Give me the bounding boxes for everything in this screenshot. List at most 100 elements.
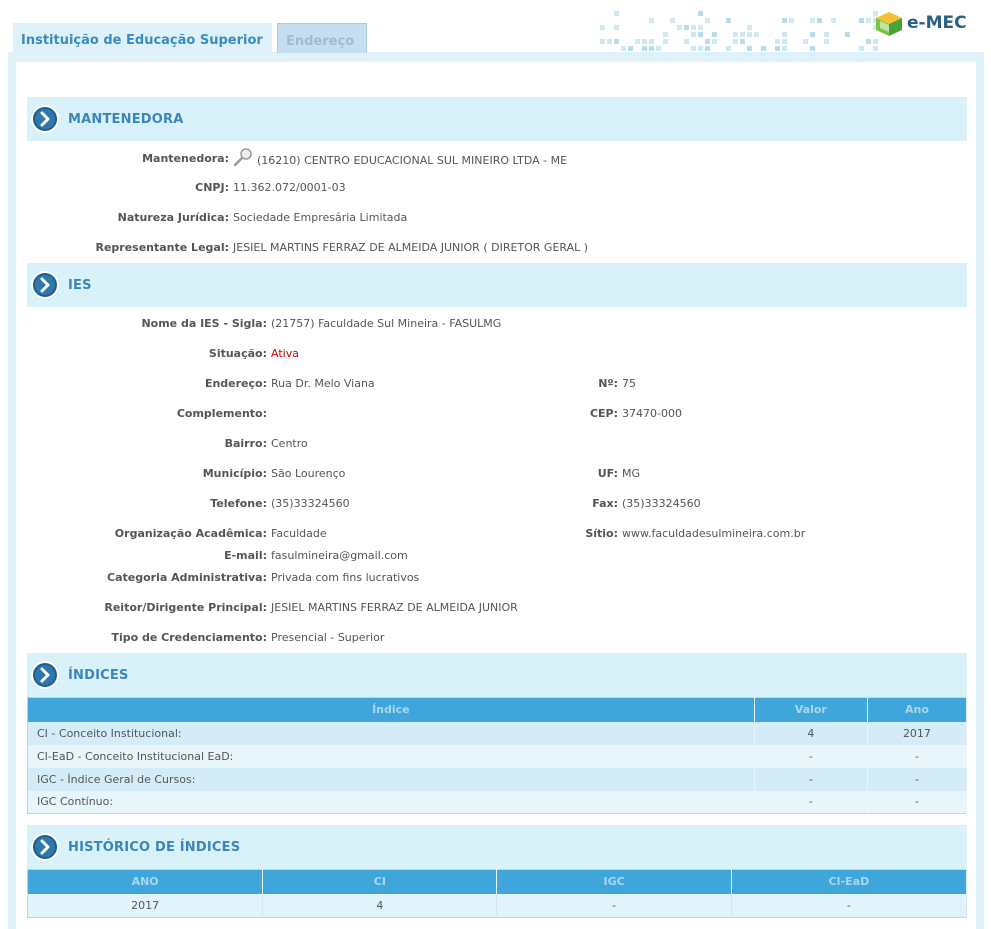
decorative-pixel — [733, 39, 738, 44]
field-value: Privada com fins lucrativos — [271, 571, 420, 584]
column-header: IGC — [496, 869, 732, 894]
field-municipio: Município: São Lourenço UF: MG — [0, 466, 700, 482]
decorative-pixel — [705, 18, 710, 23]
decorative-pixel — [824, 39, 829, 44]
decorative-pixel — [649, 18, 654, 23]
decorative-pixel — [628, 46, 633, 51]
decorative-pixel — [810, 18, 815, 23]
decorative-pixel — [649, 46, 654, 51]
field-label: Tipo de Credenciamento: — [111, 631, 267, 644]
status-value: Ativa — [271, 347, 299, 360]
tab-instituicao[interactable]: Instituição de Educação Superior — [13, 23, 272, 53]
table-cell: 2017 — [867, 721, 968, 745]
field-value: (21757) Faculdade Sul Mineira - FASULMG — [271, 317, 502, 330]
field-value: 37470-000 — [622, 407, 682, 420]
decorative-pixel — [873, 46, 878, 51]
table-row: 2017 4 - - — [27, 893, 968, 918]
arrow-right-icon — [31, 833, 59, 861]
table-row: IGC - Índice Geral de Cursos: - - — [27, 767, 968, 791]
decorative-pixel — [607, 39, 612, 44]
field-label: Complemento: — [176, 407, 267, 420]
decorative-pixel — [649, 39, 654, 44]
field-value: São Lourenço — [271, 467, 346, 480]
decorative-pixel — [635, 39, 640, 44]
table-cell: IGC Contínuo: — [27, 790, 755, 814]
table-cell: 4 — [262, 893, 498, 918]
magnifier-icon[interactable] — [231, 147, 255, 167]
decorative-pixel — [614, 25, 619, 30]
decorative-pixel — [817, 18, 822, 23]
field-label: Telefone: — [210, 497, 267, 510]
decorative-pixel — [733, 32, 738, 37]
column-header: CI-EaD — [731, 869, 968, 894]
table-cell: IGC - Índice Geral de Cursos: — [27, 767, 755, 791]
section-title: MANTENEDORA — [68, 112, 184, 127]
table-cell: - — [867, 767, 968, 791]
decorative-pixel — [698, 11, 703, 16]
field-label: CNPJ: — [195, 181, 229, 194]
decorative-pixel — [677, 25, 682, 30]
table-row: IGC Contínuo: - - — [27, 790, 968, 814]
decorative-pixel — [747, 32, 752, 37]
decorative-pixel — [656, 46, 661, 51]
decorative-pixel — [670, 18, 675, 23]
decorative-pixel — [726, 18, 731, 23]
decorative-pixel — [782, 18, 787, 23]
arrow-right-icon — [31, 661, 59, 689]
indices-table: Índice Valor Ano CI - Conceito Instituci… — [27, 697, 968, 814]
decorative-pixel — [691, 46, 696, 51]
field-label: Bairro: — [224, 437, 267, 450]
decorative-pixel — [614, 11, 619, 16]
decorative-pixel — [866, 18, 871, 23]
arrow-right-icon — [31, 105, 59, 133]
logo-text: e-MEC — [907, 13, 967, 33]
section-mantenedora[interactable]: MANTENEDORA — [27, 97, 967, 141]
field-value: (35)33324560 — [271, 497, 350, 510]
decorative-pixel — [691, 32, 696, 37]
column-header: CI — [262, 869, 498, 894]
decorative-pixel — [712, 32, 717, 37]
decorative-pixel — [810, 32, 815, 37]
column-header: Valor — [754, 697, 868, 722]
table-cell: 4 — [754, 721, 868, 745]
field-label: Fax: — [592, 497, 618, 510]
decorative-pixel — [621, 46, 626, 51]
tab-endereco[interactable]: Endereço — [277, 23, 367, 53]
decorative-pixel — [775, 46, 780, 51]
field-label: Categoria Administrativa: — [107, 571, 267, 584]
section-ies[interactable]: IES — [27, 263, 967, 307]
decorative-pixel — [845, 32, 850, 37]
decorative-pixel — [747, 25, 752, 30]
table-row: CI - Conceito Institucional: 4 2017 — [27, 721, 968, 745]
section-historico[interactable]: HISTÓRICO DE ÍNDICES — [27, 825, 967, 869]
section-indices[interactable]: ÍNDICES — [27, 653, 967, 697]
field-value: JESIEL MARTINS FERRAZ DE ALMEIDA JUNIOR … — [233, 241, 589, 254]
field-value: MG — [622, 467, 641, 480]
table-cell: - — [496, 893, 732, 918]
box-icon — [876, 12, 902, 36]
field-complemento: Complemento: CEP: 37470-000 — [0, 406, 700, 422]
decorative-pixel — [824, 32, 829, 37]
decorative-pixel — [642, 46, 647, 51]
field-endereco: Endereço: Rua Dr. Melo Viana Nº: 75 — [0, 376, 700, 392]
decorative-pixel — [775, 39, 780, 44]
table-cell: - — [754, 744, 868, 768]
decorative-pixel — [705, 46, 710, 51]
table-cell: CI-EaD - Conceito Institucional EaD: — [27, 744, 755, 768]
field-value: (35)33324560 — [622, 497, 701, 510]
field-value: Sociedade Empresária Limitada — [233, 211, 408, 224]
decorative-pixel — [642, 39, 647, 44]
table-row: CI-EaD - Conceito Institucional EaD: - - — [27, 744, 968, 768]
field-label: CEP: — [589, 407, 618, 420]
table-cell: - — [754, 767, 868, 791]
field-label: UF: — [597, 467, 618, 480]
decorative-pixel — [859, 18, 864, 23]
arrow-right-icon — [31, 271, 59, 299]
decorative-pixel — [747, 46, 752, 51]
field-label: Município: — [202, 467, 267, 480]
decorative-pixel — [705, 39, 710, 44]
decorative-pixel — [684, 39, 689, 44]
table-cell: - — [731, 893, 968, 918]
website-link[interactable]: www.faculdadesulmineira.com.br — [622, 526, 805, 542]
field-value: 75 — [622, 377, 636, 390]
